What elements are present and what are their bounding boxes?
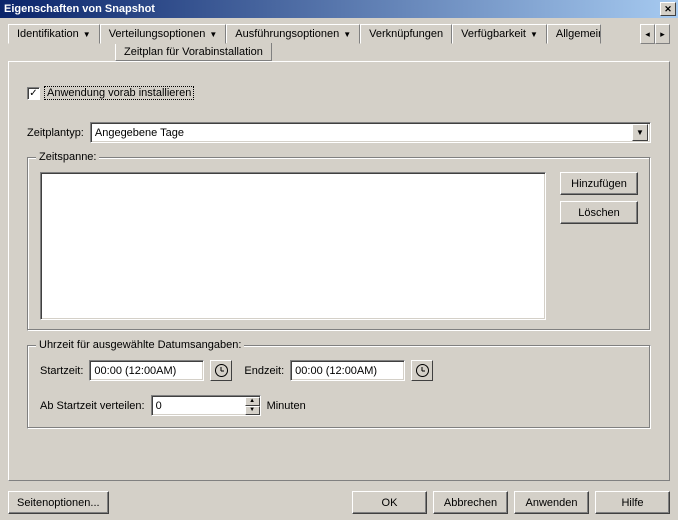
dropdown-value: Angegebene Tage — [93, 127, 632, 139]
clock-icon — [215, 364, 228, 377]
ok-button[interactable]: OK — [352, 491, 427, 514]
tab-verteilungsoptionen[interactable]: Verteilungsoptionen ▼ — [100, 24, 227, 44]
bottom-bar: Seitenoptionen... OK Abbrechen Anwenden … — [8, 481, 670, 514]
preinstall-checkbox[interactable]: ✓ — [27, 87, 40, 100]
anwenden-button[interactable]: Anwenden — [514, 491, 589, 514]
abbrechen-button[interactable]: Abbrechen — [433, 491, 508, 514]
startzeit-field[interactable]: 00:00 (12:00AM) — [89, 360, 204, 381]
minuten-label: Minuten — [267, 400, 306, 412]
button-label: Seitenoptionen... — [17, 497, 100, 509]
zeitplantyp-dropdown[interactable]: Angegebene Tage ▼ — [90, 122, 651, 143]
spinner-down[interactable]: ▼ — [245, 406, 260, 415]
close-button[interactable]: ✕ — [660, 2, 676, 16]
preinstall-checkbox-row: ✓ Anwendung vorab installieren — [27, 86, 651, 100]
endzeit-clock-button[interactable] — [411, 360, 433, 381]
startzeit-label: Startzeit: — [40, 365, 83, 377]
tab-label: Identifikation — [17, 28, 79, 40]
zeitspanne-title: Zeitspanne: — [36, 151, 99, 163]
tab-allgemein[interactable]: Allgemein — [547, 24, 601, 44]
tab-scroll-right[interactable]: ▸ — [655, 24, 670, 44]
verteilen-label: Ab Startzeit verteilen: — [40, 400, 145, 412]
button-label: Anwenden — [526, 497, 578, 509]
tab-scroll-left[interactable]: ◂ — [640, 24, 655, 44]
spinner-buttons: ▲ ▼ — [245, 397, 260, 415]
startzeit-clock-button[interactable] — [210, 360, 232, 381]
titlebar: Eigenschaften von Snapshot ✕ — [0, 0, 678, 18]
hinzufuegen-button[interactable]: Hinzufügen — [560, 172, 638, 195]
button-label: OK — [382, 497, 398, 509]
tab-label: Verfügbarkeit — [461, 28, 526, 40]
verteilen-spinner[interactable]: 0 ▲ ▼ — [151, 395, 261, 416]
preinstall-label: Anwendung vorab installieren — [44, 86, 194, 100]
verteilen-row: Ab Startzeit verteilen: 0 ▲ ▼ Minuten — [40, 395, 638, 416]
button-label: Hinzufügen — [571, 178, 627, 190]
button-label: Hilfe — [621, 497, 643, 509]
endzeit-label: Endzeit: — [244, 365, 284, 377]
dropdown-arrow-icon: ▼ — [530, 30, 538, 39]
dropdown-button[interactable]: ▼ — [632, 124, 648, 141]
subtab-label: Zeitplan für Vorabinstallation — [124, 46, 263, 58]
tab-ausfuehrungsoptionen[interactable]: Ausführungsoptionen ▼ — [226, 24, 360, 44]
tab-label: Ausführungsoptionen — [235, 28, 339, 40]
tab-label: Verknüpfungen — [369, 28, 443, 40]
tab-verfuegbarkeit[interactable]: Verfügbarkeit ▼ — [452, 24, 547, 44]
button-label: Löschen — [578, 207, 620, 219]
tab-label: Allgemein — [556, 28, 601, 40]
tab-row: Identifikation ▼ Verteilungsoptionen ▼ A… — [8, 24, 670, 62]
verteilen-value: 0 — [152, 400, 245, 412]
hilfe-button[interactable]: Hilfe — [595, 491, 670, 514]
loeschen-button[interactable]: Löschen — [560, 201, 638, 224]
subtab-zeitplan[interactable]: Zeitplan für Vorabinstallation — [115, 43, 272, 61]
time-row: Startzeit: 00:00 (12:00AM) Endzeit: 00:0… — [40, 360, 638, 381]
zeitspanne-buttons: Hinzufügen Löschen — [560, 172, 638, 224]
spinner-up[interactable]: ▲ — [245, 397, 260, 406]
dropdown-arrow-icon: ▼ — [343, 30, 351, 39]
zeitplantyp-row: Zeitplantyp: Angegebene Tage ▼ — [27, 122, 651, 143]
clock-icon — [416, 364, 429, 377]
zeitspanne-listbox[interactable] — [40, 172, 546, 320]
tab-nav: ◂ ▸ — [640, 24, 670, 44]
button-label: Abbrechen — [444, 497, 497, 509]
dropdown-arrow-icon: ▼ — [209, 30, 217, 39]
uhrzeit-title: Uhrzeit für ausgewählte Datumsangaben: — [36, 339, 244, 351]
seitenoptionen-button[interactable]: Seitenoptionen... — [8, 491, 109, 514]
startzeit-value: 00:00 (12:00AM) — [94, 365, 176, 377]
tab-verknuepfungen[interactable]: Verknüpfungen — [360, 24, 452, 44]
checkmark-icon: ✓ — [29, 88, 37, 99]
tab-content: ✓ Anwendung vorab installieren Zeitplant… — [8, 61, 670, 481]
tab-label: Verteilungsoptionen — [109, 28, 206, 40]
zeitplantyp-label: Zeitplantyp: — [27, 127, 84, 139]
endzeit-value: 00:00 (12:00AM) — [295, 365, 377, 377]
uhrzeit-group: Uhrzeit für ausgewählte Datumsangaben: S… — [27, 345, 651, 429]
dialog-body: Identifikation ▼ Verteilungsoptionen ▼ A… — [0, 18, 678, 520]
endzeit-field[interactable]: 00:00 (12:00AM) — [290, 360, 405, 381]
zeitspanne-group: Zeitspanne: Hinzufügen Löschen — [27, 157, 651, 331]
window-title: Eigenschaften von Snapshot — [4, 3, 660, 15]
tab-identifikation[interactable]: Identifikation ▼ — [8, 24, 100, 44]
dropdown-arrow-icon: ▼ — [83, 30, 91, 39]
